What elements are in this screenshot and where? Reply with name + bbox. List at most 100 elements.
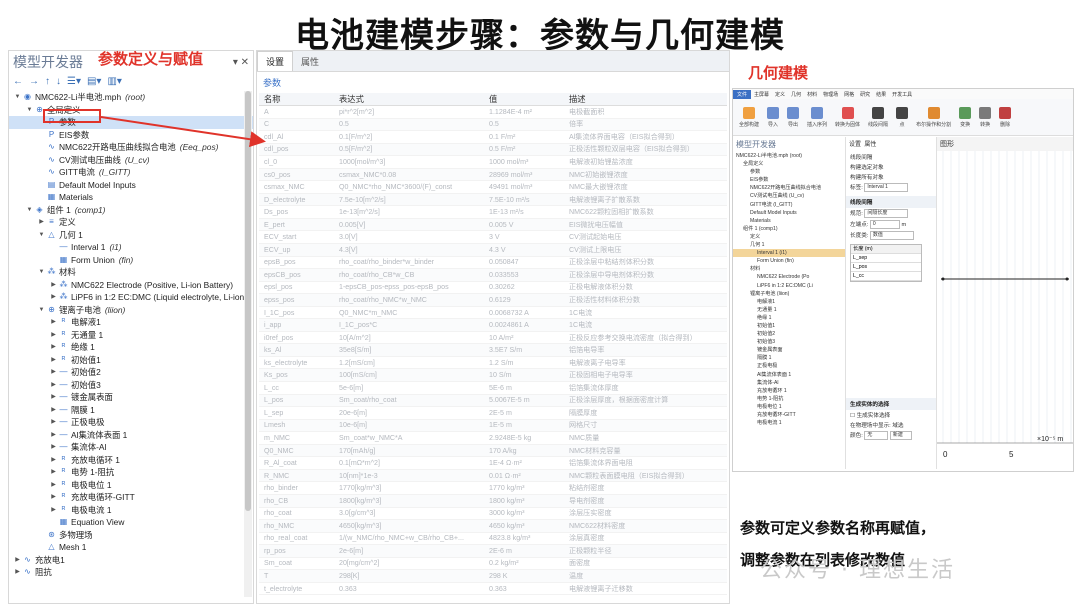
table-row[interactable]: ECV_up 4.3[V] 4.3 V CV测试上限电压 [259,244,727,257]
tree-item[interactable]: ▶ ≡ 定义 [9,216,253,229]
tree-item[interactable]: ▶ ᴿ 充放电循环-GITT [9,491,253,504]
param-name[interactable]: rho_real_coat [259,534,339,542]
tree-item[interactable]: ▶ — 隔膜 1 [9,404,253,417]
menu-item[interactable]: 物理场 [820,91,841,98]
param-name[interactable]: t_electrolyte [259,585,339,593]
param-expression[interactable]: 10e-6[m] [339,421,489,429]
param-expression[interactable]: 20e-6[m] [339,409,489,417]
menu-item[interactable]: 研究 [857,91,873,98]
expand-toggle-icon[interactable]: ▶ [49,391,58,404]
tree-item[interactable]: ▶ — 初始值3 [9,379,253,392]
param-name[interactable]: E_pert [259,221,339,229]
param-expression[interactable]: 10[nm]*1e-3 [339,472,489,480]
param-expression[interactable]: 35e8[S/m] [339,346,489,354]
param-expression[interactable]: Q0_NMC*m_NMC [339,309,489,317]
param-name[interactable]: D_electrolyte [259,196,339,204]
param-expression[interactable]: I_1C_pos*C [339,321,489,329]
param-expression[interactable]: 2e-6[m] [339,547,489,555]
back-arrow-icon[interactable]: ← [13,76,23,87]
down-arrow-icon[interactable]: ↓ [56,76,61,87]
param-name[interactable]: ECV_start [259,233,339,241]
table-row[interactable]: i0ref_pos 10[A/m^2] 10 A/m² 正极反应参考交换电流密度（拟合… [259,332,727,345]
up-arrow-icon[interactable]: ↑ [45,76,50,87]
tree-item[interactable]: ▶ ᴿ 初始值1 [9,354,253,367]
length-row[interactable]: L_sep [851,254,921,264]
tree-item[interactable]: ▶ ᴿ 电极电流 1 [9,504,253,517]
param-expression[interactable]: 0.1[mΩ*m^2] [339,459,489,467]
tree-item[interactable]: ▶ — Al集流体表面 1 [9,429,253,442]
mini-tree-item[interactable]: Default Model Inputs [733,209,845,217]
param-name[interactable]: T [259,572,339,580]
ribbon-button[interactable]: 布尔操作和分割 [916,106,951,128]
mini-tree-item[interactable]: 初始值2 [733,330,845,338]
tree-item[interactable]: ▶ ᴿ 充放电循环 1 [9,454,253,467]
tree-item[interactable]: ⊛ 多物理场 [9,529,253,542]
expand-toggle-icon[interactable]: ▶ [49,416,58,429]
mini-tab-settings[interactable]: 设置 [849,142,861,148]
mini-tree-item[interactable]: EIS参数 [733,176,845,184]
mini-tree-item[interactable]: 隔膜 1 [733,354,845,362]
param-name[interactable]: C [259,120,339,128]
new-button[interactable]: 新建 [889,431,912,441]
tab-properties[interactable]: 属性 [293,52,327,71]
menu-item[interactable]: 主屏幕 [751,91,772,98]
table-row[interactable]: i_app I_1C_pos*C 0.0024861 A 1C电流 [259,319,727,332]
expand-toggle-icon[interactable]: ▶ [49,354,58,367]
tree-item[interactable]: ▶ — 初始值2 [9,366,253,379]
param-expression[interactable]: 4650[kg/m^3] [339,522,489,530]
tree-item[interactable]: ▦ Form Union (fin) [9,254,253,267]
tree-item[interactable]: ∿ NMC622开路电压曲线拟合电池 (Eeq_pos) [9,141,253,154]
param-name[interactable]: cdl_pos [259,145,339,153]
ribbon-button[interactable]: 导入 [767,106,780,128]
param-expression[interactable]: 5e-6[m] [339,384,489,392]
mini-tree-item[interactable]: 电极电流 1 [733,419,845,427]
param-expression[interactable]: rho_coat/rho_CB*w_CB [339,271,489,279]
param-expression[interactable]: 1/(w_NMC/rho_NMC+w_CB/rho_CB+... [339,534,489,542]
tree-item[interactable]: ▼ ⊕ 锂离子电池 (liion) [9,304,253,317]
menu-item[interactable]: 开发工具 [889,91,915,98]
ribbon-button[interactable]: 线段间隔 [868,106,888,128]
mini-tree-item[interactable]: NMC622 Electrode (Po [733,273,845,281]
table-row[interactable]: rho_CB 1800[kg/m^3] 1800 kg/m³ 导电剂密度 [259,494,727,508]
tree-item[interactable]: ▼ ◉ NMC622-Li半电池.mph (root) [9,91,253,104]
param-expression[interactable]: 0.5 [339,120,489,128]
mini-tree-item[interactable]: 电解液1 [733,298,845,306]
expand-toggle-icon[interactable]: ▶ [49,479,58,492]
table-row[interactable]: rho_NMC 4650[kg/m^3] 4650 kg/m³ NMC622材料密度 [259,520,727,533]
tree-item[interactable]: ▼ ◈ 组件 1 (comp1) [9,204,253,217]
tree-scroll-thumb[interactable] [245,91,251,511]
param-expression[interactable]: 4.3[V] [339,246,489,254]
param-name[interactable]: Ks_pos [259,371,339,379]
length-row[interactable]: L_cc [851,272,921,282]
table-row[interactable]: L_sep 20e-6[m] 2E-5 m 隔膜厚度 [259,407,727,420]
table-row[interactable]: epsCB_pos rho_coat/rho_CB*w_CB 0.033553 正极涂… [259,269,727,282]
mini-tree-item[interactable]: 定义 [733,233,845,241]
param-expression[interactable]: 298[K] [339,572,489,580]
mini-tree-item[interactable]: 组件 1 (comp1) [733,225,845,233]
expand-toggle-icon[interactable]: ▶ [49,316,58,329]
mini-tree-item[interactable]: 锂离子电池 (liion) [733,290,845,298]
expand-toggle-icon[interactable]: ▶ [49,504,58,517]
build-all-button[interactable]: 构建所有对象 [846,172,936,182]
table-row[interactable]: cs0_pos csmax_NMC*0.08 28969 mol/m³ NMC初始嵌锂… [259,168,727,182]
tree-scrollbar[interactable] [244,91,252,597]
tree-item[interactable]: ▶ ᴿ 电解液1 [9,316,253,329]
table-row[interactable]: rp_pos 2e-6[m] 2E-6 m 正极颗粒半径 [259,545,727,558]
tree-item[interactable]: ▶ ᴿ 绝缘 1 [9,341,253,354]
generate-selection-checkbox[interactable]: ☐ 生成实体选择 [846,410,936,420]
table-row[interactable]: cl_0 1000[mol/m^3] 1000 mol/m³ 电解液初始锂盐浓度 [259,156,727,169]
param-name[interactable]: rho_NMC [259,522,339,530]
param-name[interactable]: cl_0 [259,158,339,166]
table-row[interactable]: R_Al_coat 0.1[mΩ*m^2] 1E-4 Ω·m² 铝箔集流体界面电阻 [259,457,727,470]
expand-toggle-icon[interactable]: ▼ [25,104,34,117]
expand-icon[interactable]: ▥▾ [107,76,121,87]
param-expression[interactable]: pi*r^2[m^2] [339,108,489,116]
tab-settings[interactable]: 设置 [257,51,294,71]
table-row[interactable]: E_pert 0.005[V] 0.005 V EIS微扰电压幅值 [259,218,727,232]
param-name[interactable]: cdl_Al [259,133,339,141]
param-expression[interactable]: rho_coat/rho_NMC*w_NMC [339,296,489,304]
mini-tree-item[interactable]: 镀金属表面 [733,346,845,354]
param-name[interactable]: Lmesh [259,421,339,429]
show-value[interactable]: 域选 [892,423,903,429]
tree-item[interactable]: ▶ — 镀金属表面 [9,391,253,404]
